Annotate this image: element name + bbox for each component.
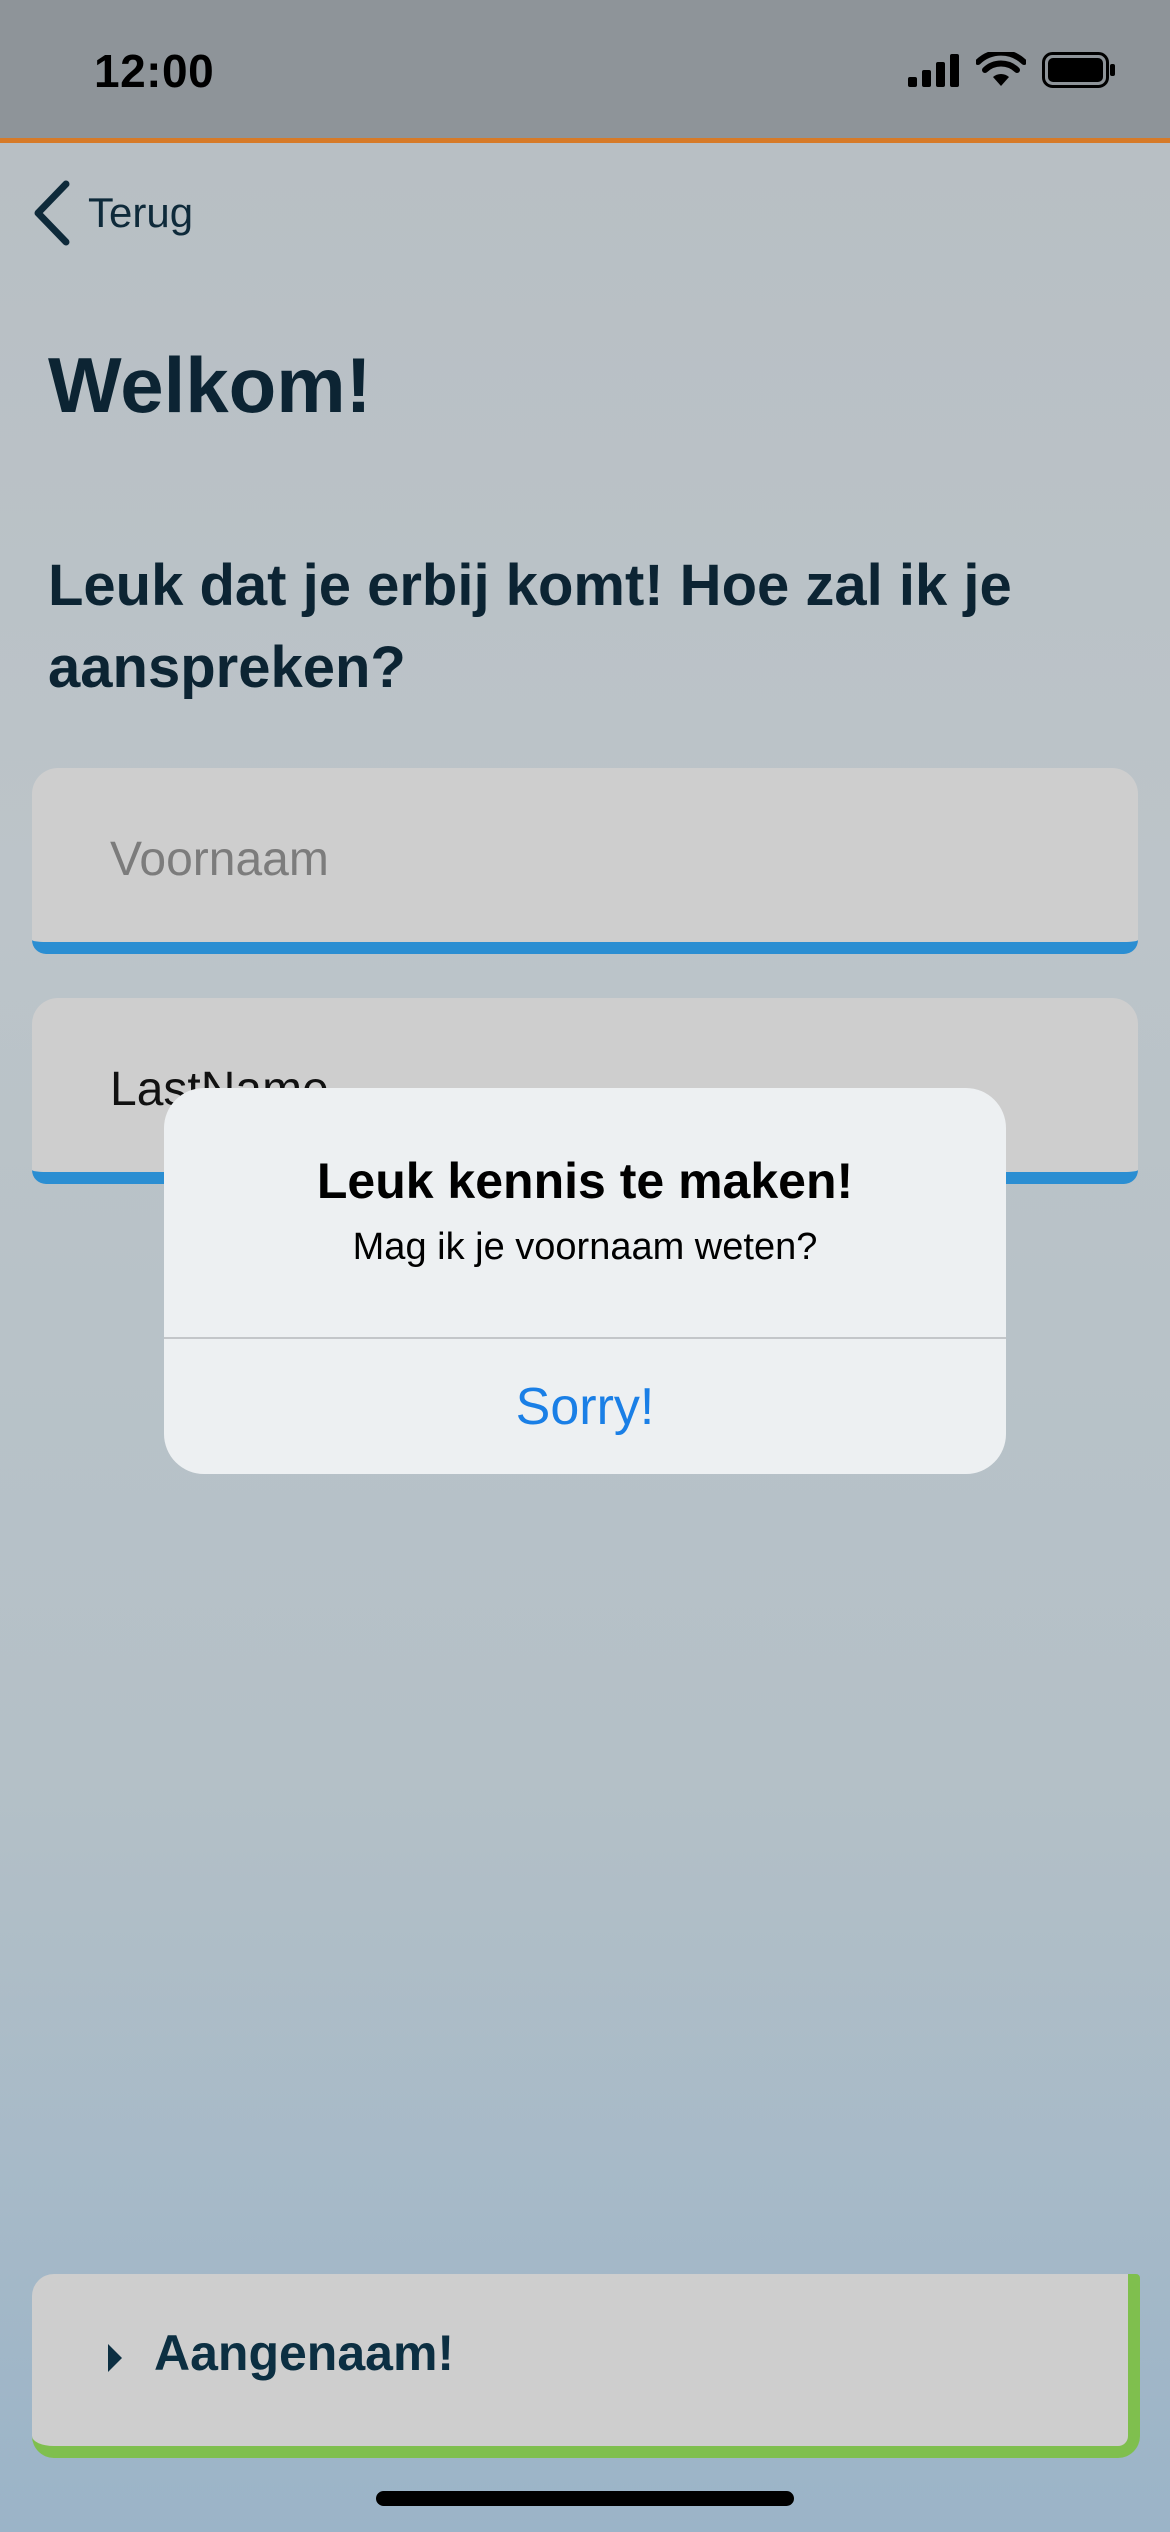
- page-title: Welkom!: [48, 341, 372, 429]
- aangenaam-button[interactable]: Aangenaam!: [32, 2274, 1140, 2458]
- alert-message: Mag ik je voornaam weten?: [352, 1226, 818, 1268]
- alert-dialog: Leuk kennis te maken! Mag ik je voornaam…: [164, 1088, 1006, 1474]
- back-button[interactable]: Terug: [30, 180, 193, 246]
- battery-icon: [1042, 52, 1115, 88]
- header-accent-line: [0, 138, 1170, 143]
- page-subtitle: Leuk dat je erbij komt! Hoe zal ik je aa…: [48, 553, 1012, 700]
- back-label: Terug: [88, 189, 194, 236]
- alert-sorry-button[interactable]: Sorry!: [164, 1339, 1006, 1474]
- status-icons: [908, 52, 1116, 88]
- caret-right-icon: [108, 2344, 122, 2372]
- aangenaam-label: Aangenaam!: [154, 2325, 455, 2381]
- home-indicator[interactable]: [376, 2491, 794, 2506]
- status-bar: 12:00: [0, 0, 1170, 138]
- cellular-signal-icon: [908, 54, 959, 87]
- alert-title: Leuk kennis te maken!: [316, 1153, 854, 1209]
- wifi-icon: [976, 52, 1026, 86]
- chevron-left-icon: [34, 180, 70, 246]
- first-name-field[interactable]: Voornaam: [32, 768, 1138, 954]
- status-time: 12:00: [94, 45, 215, 97]
- first-name-placeholder: Voornaam: [110, 833, 329, 886]
